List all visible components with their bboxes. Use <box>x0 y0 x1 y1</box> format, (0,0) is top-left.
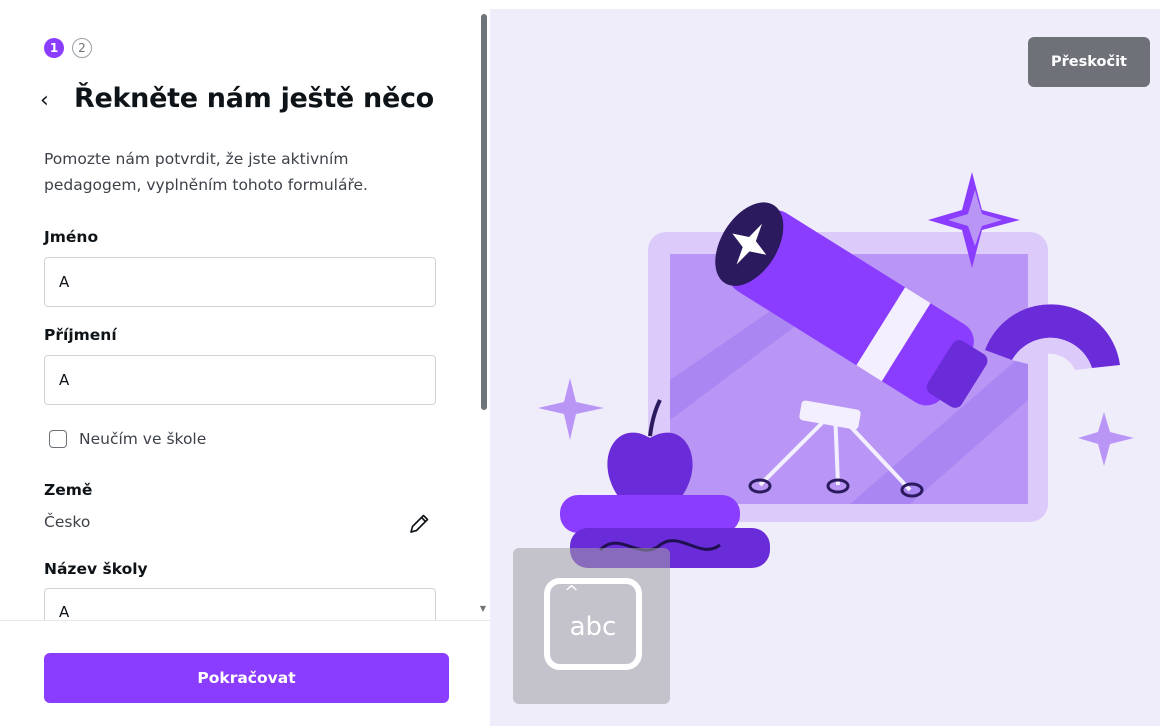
back-button[interactable]: ‹ <box>40 88 56 113</box>
step-2: 2 <box>72 38 92 58</box>
continue-button[interactable]: Pokračovat <box>44 653 449 703</box>
chevron-left-icon: ‹ <box>40 88 49 113</box>
country-value: Česko <box>44 513 91 531</box>
page-description: Pomozte nám potvrdit, že jste aktivním p… <box>44 150 368 194</box>
first-name-input[interactable]: A <box>44 257 436 307</box>
page-title: Řekněte nám ještě něco <box>74 83 434 114</box>
step-1: 1 <box>44 38 64 58</box>
scrollbar-thumb[interactable] <box>481 14 487 410</box>
form-panel: 1 2 ‹ Řekněte nám ještě něco Pomozte nám… <box>0 0 490 727</box>
first-name-value: A <box>59 273 70 291</box>
scroll-down-arrow-icon[interactable]: ▼ <box>478 604 488 614</box>
step-indicator: 1 2 <box>44 38 92 58</box>
last-name-input[interactable]: A <box>44 355 436 405</box>
skip-button[interactable]: Přeskočit <box>1028 37 1150 87</box>
country-label: Země <box>44 481 93 499</box>
last-name-value: A <box>59 371 70 389</box>
keyboard-label: abc <box>569 612 617 642</box>
not-teaching-option[interactable]: Neučím ve škole <box>49 430 206 448</box>
school-name-value: A <box>59 603 70 621</box>
telescope-illustration <box>538 172 1134 568</box>
first-name-label: Jméno <box>44 228 99 246</box>
not-teaching-label: Neučím ve škole <box>79 430 207 448</box>
last-name-label: Příjmení <box>44 326 117 344</box>
keyboard-icon[interactable]: ^ abc <box>544 578 642 670</box>
pencil-icon[interactable] <box>406 511 432 537</box>
school-name-label: Název školy <box>44 560 148 578</box>
not-teaching-checkbox[interactable] <box>49 430 67 448</box>
